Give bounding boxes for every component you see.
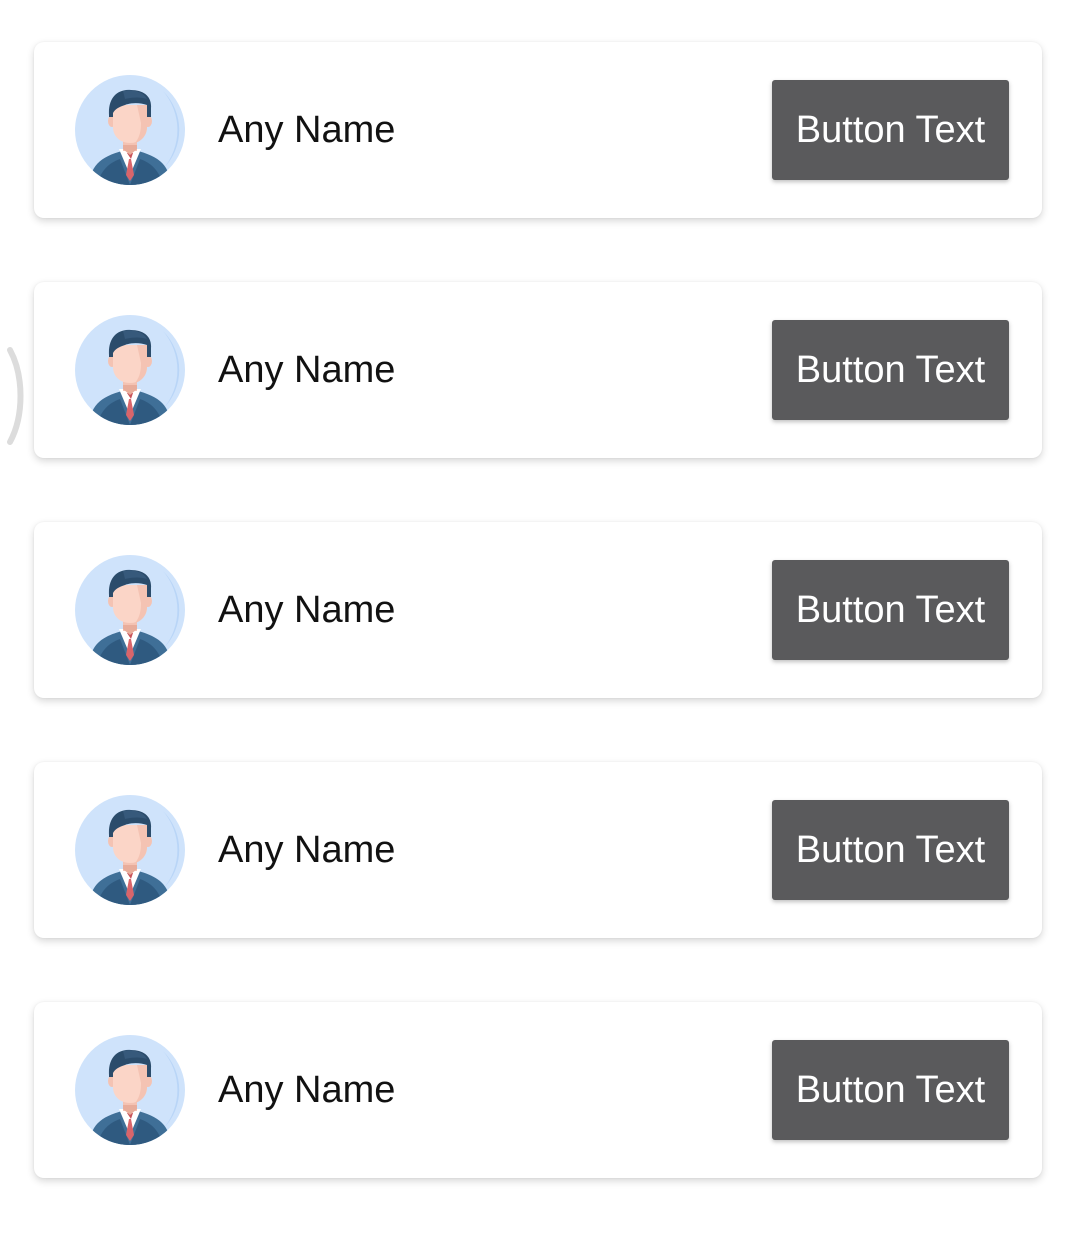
overscroll-indicator xyxy=(7,347,24,445)
contact-name: Any Name xyxy=(218,109,396,151)
list-item: Any Name Button Text xyxy=(34,1002,1042,1178)
contact-name: Any Name xyxy=(218,829,396,871)
list-item: Any Name Button Text xyxy=(34,762,1042,938)
action-button[interactable]: Button Text xyxy=(772,560,1009,660)
action-button[interactable]: Button Text xyxy=(772,800,1009,900)
businessman-avatar-icon xyxy=(75,75,185,185)
action-button[interactable]: Button Text xyxy=(772,80,1009,180)
businessman-avatar-icon xyxy=(75,1035,185,1145)
contact-name: Any Name xyxy=(218,1069,396,1111)
contact-name: Any Name xyxy=(218,349,396,391)
contact-list: Any Name Button Text Any Name Button Tex… xyxy=(34,42,1042,1242)
action-button[interactable]: Button Text xyxy=(772,320,1009,420)
contact-name: Any Name xyxy=(218,589,396,631)
action-button[interactable]: Button Text xyxy=(772,1040,1009,1140)
businessman-avatar-icon xyxy=(75,795,185,905)
list-item: Any Name Button Text xyxy=(34,522,1042,698)
list-item: Any Name Button Text xyxy=(34,42,1042,218)
businessman-avatar-icon xyxy=(75,315,185,425)
list-item: Any Name Button Text xyxy=(34,282,1042,458)
businessman-avatar-icon xyxy=(75,555,185,665)
